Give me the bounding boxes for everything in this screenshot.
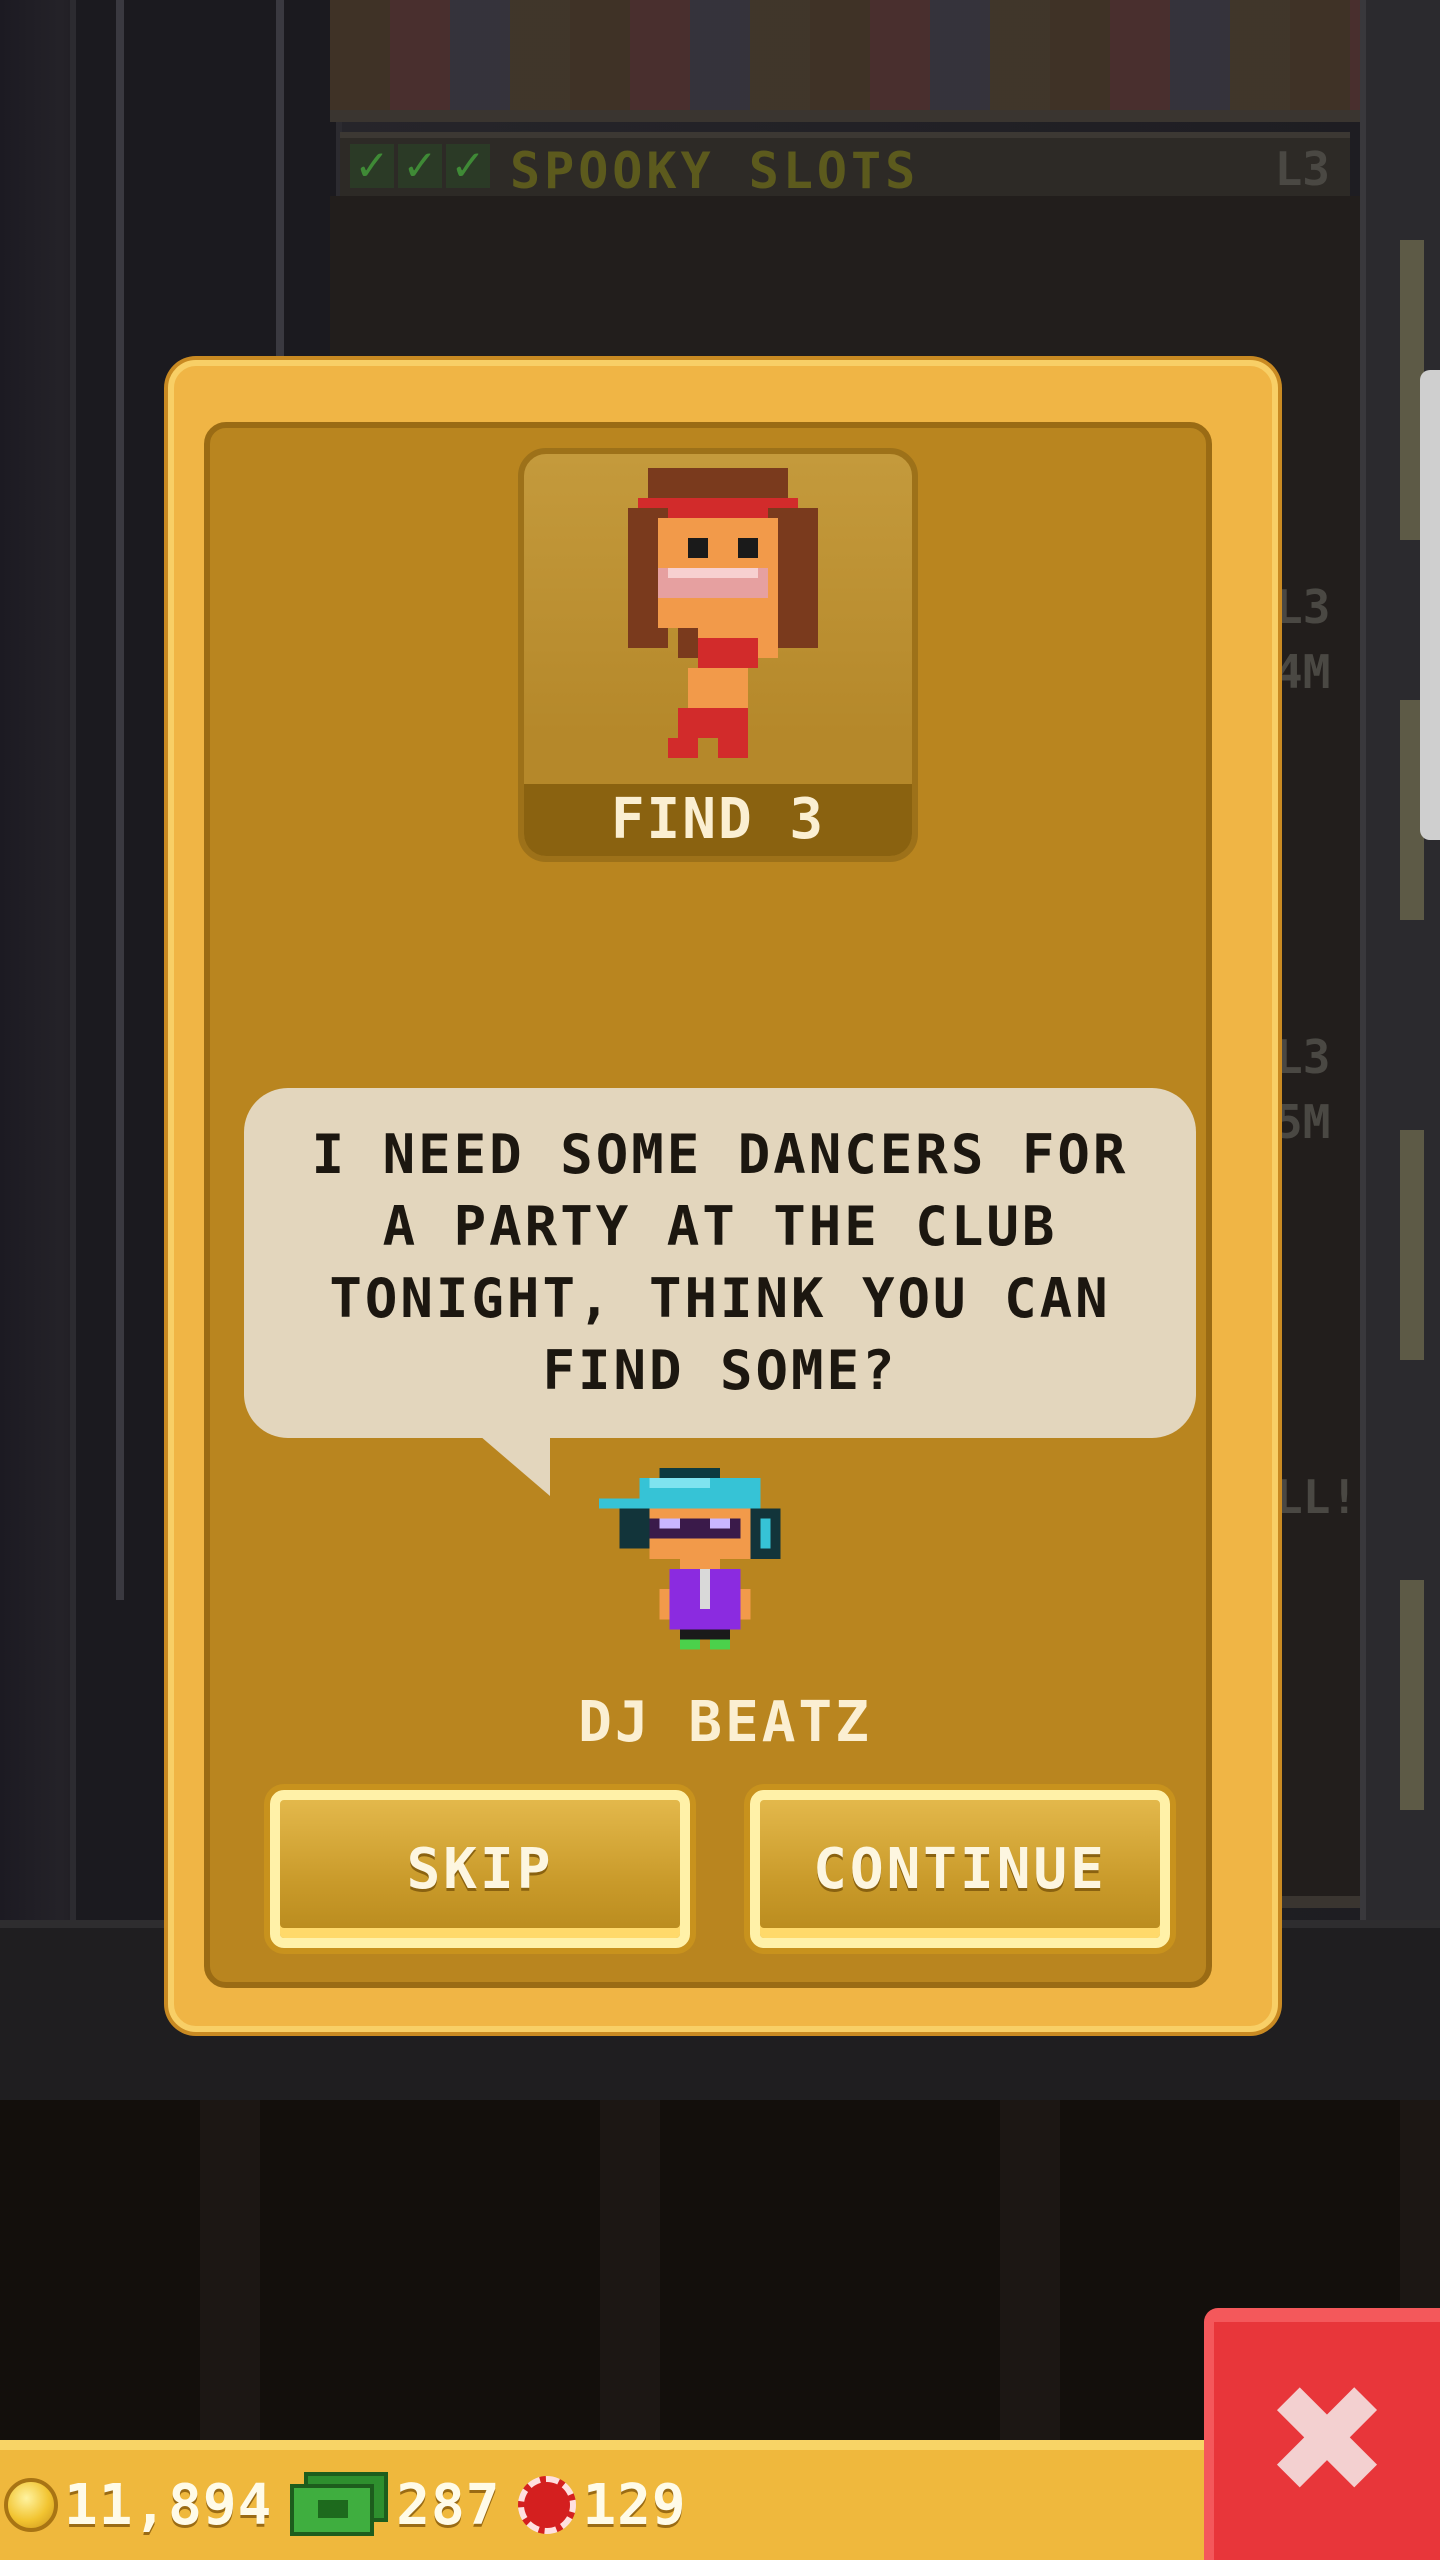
check-icon: ✓ (446, 144, 490, 188)
chips-value: 129 (582, 2472, 687, 2538)
floor-level-tag: L3 (1275, 1030, 1331, 1084)
target-card: FIND 3 (518, 448, 918, 862)
dancer-icon (628, 468, 818, 758)
floor-residents (330, 0, 1360, 110)
npc-name: DJ BEATZ (578, 1690, 872, 1755)
target-count-label: FIND 3 (524, 784, 912, 856)
bux-value: 287 (396, 2472, 501, 2538)
side-panel (1360, 0, 1440, 1920)
close-icon: ✖ (1264, 2354, 1390, 2528)
coins-display: 11,894 (4, 2473, 272, 2538)
check-icon: ✓ (350, 144, 394, 188)
skip-button[interactable]: SKIP (270, 1790, 690, 1948)
chips-display: 129 (518, 2473, 686, 2538)
side-slot (1400, 1580, 1424, 1810)
dj-beatz-avatar (599, 1468, 781, 1650)
speech-bubble: I NEED SOME DANCERS FOR A PARTY AT THE C… (244, 1088, 1196, 1438)
side-slot (1400, 1130, 1424, 1360)
floor-cost-tag: 4M (1275, 645, 1331, 699)
bux-display: 287 (290, 2472, 500, 2538)
tower-bux-icon (290, 2472, 390, 2538)
elevator-rail (116, 0, 124, 1600)
dialog-text: I NEED SOME DANCERS FOR A PARTY AT THE C… (311, 1123, 1129, 1402)
speech-bubble-tail (480, 1436, 550, 1496)
floor-name: SPOOKY SLOTS (510, 142, 920, 200)
casino-chip-icon (518, 2476, 577, 2534)
floor-cost-tag: 5M (1275, 1095, 1331, 1149)
check-icon: ✓ (398, 144, 442, 188)
floor-checks: ✓ ✓ ✓ (350, 144, 490, 188)
floor-level: L3 (1274, 142, 1330, 196)
coins-value: 11,894 (64, 2472, 273, 2538)
continue-button[interactable]: CONTINUE (750, 1790, 1170, 1948)
floor-status-tag: LL! (1275, 1470, 1359, 1524)
floor-level-tag: L3 (1275, 580, 1331, 634)
tower-floor (330, 0, 1360, 122)
scroll-handle[interactable] (1420, 370, 1440, 840)
currency-bar: 11,894 287 129 (0, 2440, 1204, 2560)
close-button[interactable]: ✖ (1204, 2308, 1440, 2560)
coin-icon (4, 2478, 58, 2532)
